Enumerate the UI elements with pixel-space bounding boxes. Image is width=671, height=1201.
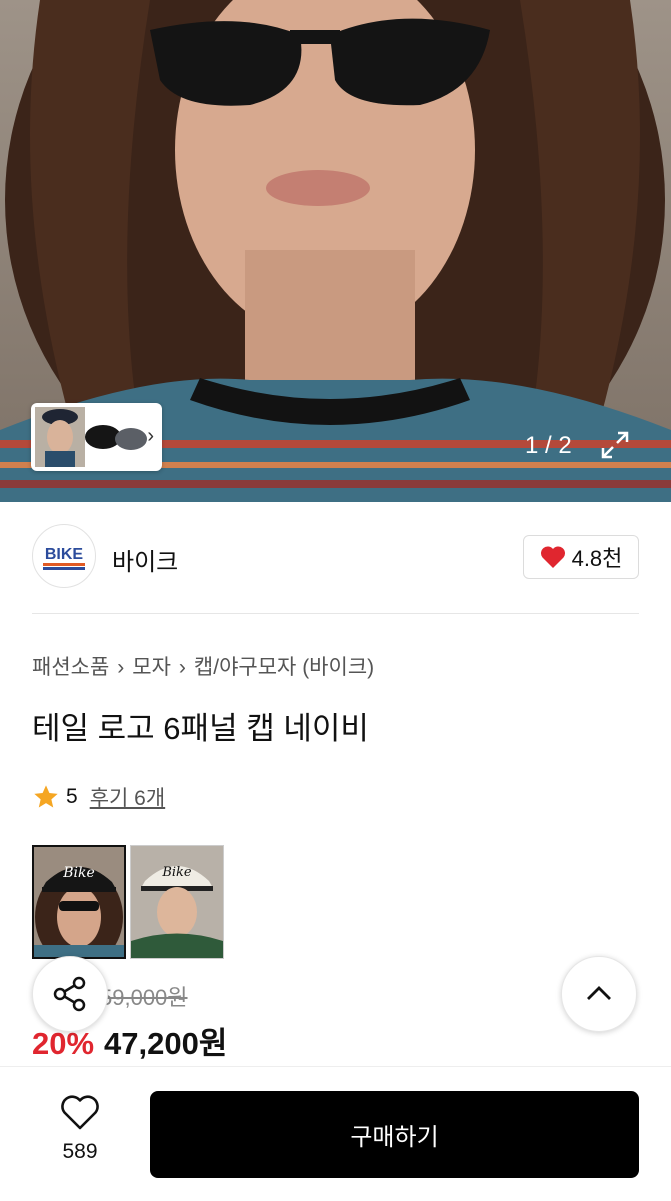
svg-text:BIKE: BIKE bbox=[45, 546, 84, 563]
share-button[interactable] bbox=[32, 956, 108, 1032]
svg-text:Bike: Bike bbox=[62, 865, 95, 881]
heart-icon bbox=[540, 546, 565, 568]
star-icon bbox=[34, 785, 58, 808]
rating-summary: 5 후기 6개 bbox=[32, 782, 165, 812]
svg-text:Bike: Bike bbox=[161, 865, 192, 880]
expand-icon[interactable] bbox=[600, 430, 630, 460]
chevron-right-icon: › bbox=[178, 656, 186, 679]
chevron-up-icon bbox=[587, 986, 611, 1000]
breadcrumb-item[interactable]: 패션소품 bbox=[32, 656, 109, 679]
image-counter: 1 / 2 bbox=[525, 432, 572, 459]
scroll-top-button[interactable] bbox=[561, 956, 637, 1032]
breadcrumb: 패션소품 › 모자 › 캡/야구모자 (바이크) bbox=[32, 651, 374, 681]
breadcrumb-item[interactable]: 캡/야구모자 (바이크) bbox=[194, 656, 374, 679]
brand-row: BIKE 바이크 4.8천 bbox=[32, 524, 639, 588]
variant-image: Bike bbox=[131, 846, 223, 958]
rating-value: 5 bbox=[66, 785, 78, 808]
color-variants: Bike Bike bbox=[32, 845, 224, 959]
wishlist-count: 589 bbox=[62, 1140, 98, 1163]
sale-price: 47,200원 bbox=[104, 1026, 228, 1061]
product-main-image[interactable]: › 1 / 2 bbox=[0, 0, 671, 502]
chevron-right-icon[interactable]: › bbox=[147, 425, 154, 448]
original-price: 59,000원 bbox=[100, 985, 188, 1010]
brand-like-button[interactable]: 4.8천 bbox=[523, 535, 639, 579]
bottom-action-bar: 589 구매하기 bbox=[0, 1066, 671, 1201]
product-title: 테일 로고 6패널 캡 네이비 bbox=[32, 711, 369, 746]
variant-image: Bike bbox=[34, 847, 124, 957]
variant-navy[interactable]: Bike bbox=[32, 845, 126, 959]
variant-white[interactable]: Bike bbox=[130, 845, 224, 959]
heart-outline-icon bbox=[61, 1095, 99, 1130]
brand-logo[interactable]: BIKE bbox=[32, 524, 96, 588]
divider bbox=[32, 613, 639, 614]
buy-button[interactable]: 구매하기 bbox=[150, 1091, 639, 1178]
breadcrumb-item[interactable]: 모자 bbox=[132, 656, 171, 679]
thumbnail-previews bbox=[35, 407, 147, 467]
brand-name[interactable]: 바이크 bbox=[112, 542, 178, 577]
brand-like-count: 4.8천 bbox=[571, 546, 623, 571]
reviews-link[interactable]: 후기 6개 bbox=[90, 782, 165, 812]
image-thumbnail-strip[interactable]: › bbox=[31, 403, 162, 471]
wishlist-button[interactable]: 589 bbox=[42, 1095, 118, 1164]
share-icon bbox=[53, 976, 86, 1012]
chevron-right-icon: › bbox=[117, 656, 125, 679]
